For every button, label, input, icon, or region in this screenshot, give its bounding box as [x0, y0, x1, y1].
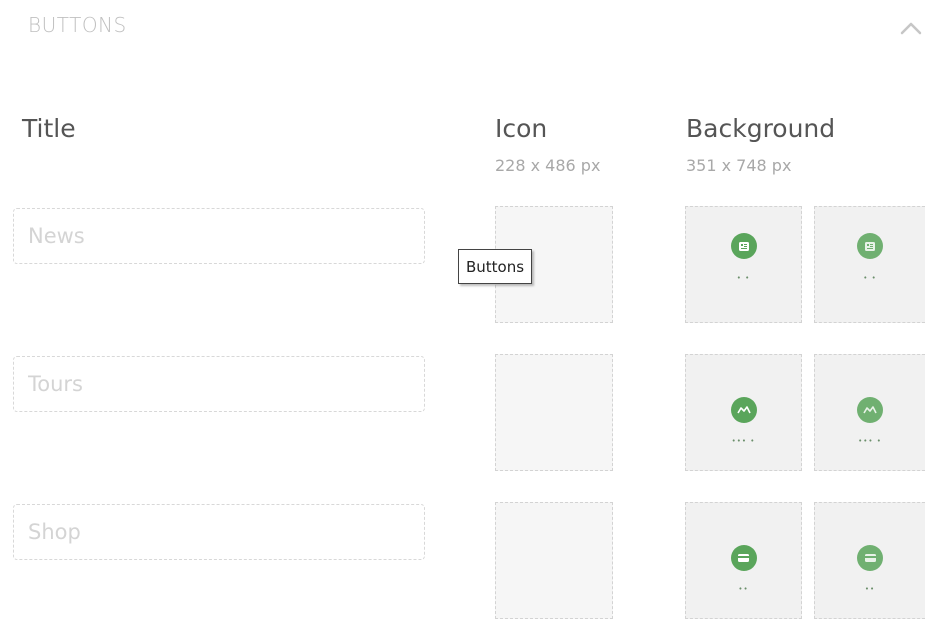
- title-column-header: Title: [22, 114, 76, 143]
- background-size-hint: 351 x 748 px: [686, 156, 792, 175]
- badge-caption-dots: • •: [863, 274, 877, 282]
- background-upload-slot-shop[interactable]: ••: [685, 502, 802, 619]
- background-alt-upload-slot-shop[interactable]: ••: [814, 502, 925, 619]
- background-upload-slot-news[interactable]: • •: [685, 206, 802, 323]
- background-alt-upload-slot-tours[interactable]: ••• •: [814, 354, 925, 471]
- shop-icon: [730, 545, 757, 571]
- badge-caption-dots: ••: [864, 585, 876, 593]
- buttons-panel: BUTTONS Title Icon 228 x 486 px Backgrou…: [0, 0, 925, 619]
- badge-caption-dots: ••: [738, 585, 749, 593]
- badge-caption-dots: ••• •: [858, 437, 882, 445]
- badge-caption-dots: ••• •: [731, 437, 756, 445]
- title-field-shop[interactable]: [13, 504, 425, 560]
- section-title: BUTTONS: [28, 13, 127, 37]
- icon-upload-slot-shop[interactable]: [495, 502, 613, 619]
- background-column-header: Background: [686, 114, 836, 143]
- icon-column-header: Icon: [495, 114, 548, 143]
- shop-icon: [857, 545, 883, 571]
- background-alt-upload-slot-news[interactable]: • •: [814, 206, 925, 323]
- news-icon: [857, 233, 883, 259]
- icon-upload-slot-tours[interactable]: [495, 354, 613, 471]
- news-icon: [730, 233, 757, 259]
- collapse-button[interactable]: [897, 18, 925, 38]
- icon-size-hint: 228 x 486 px: [495, 156, 601, 175]
- badge-caption-dots: • •: [736, 274, 751, 282]
- title-field-tours[interactable]: [13, 356, 425, 412]
- tooltip: Buttons: [458, 249, 533, 284]
- tours-icon: [730, 397, 757, 423]
- tours-icon: [857, 397, 883, 423]
- background-upload-slot-tours[interactable]: ••• •: [685, 354, 802, 471]
- chevron-up-icon: [900, 22, 922, 35]
- title-field-news[interactable]: [13, 208, 425, 264]
